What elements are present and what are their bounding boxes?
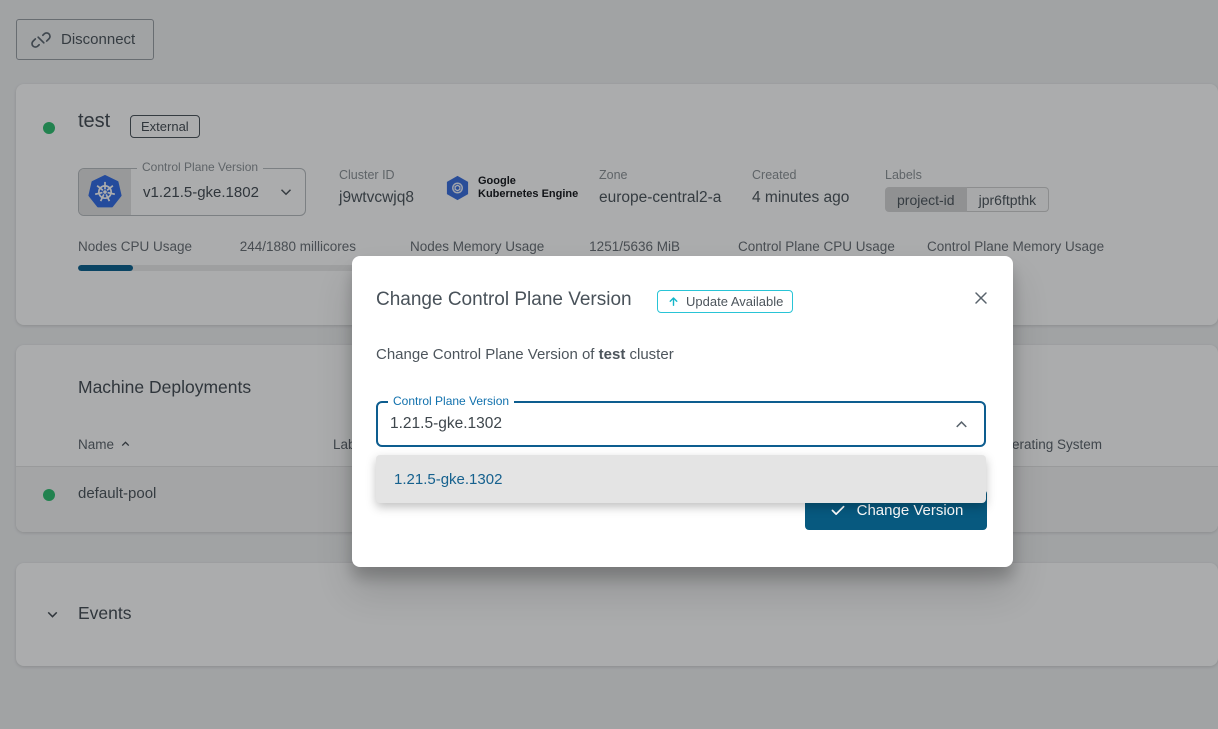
- update-available-badge: Update Available: [657, 290, 793, 313]
- select-floating-label: Control Plane Version: [388, 394, 514, 408]
- description-prefix: Change Control Plane Version of: [376, 346, 599, 363]
- dialog-description: Change Control Plane Version of test clu…: [376, 346, 674, 363]
- version-options-panel: 1.21.5-gke.1302: [376, 455, 986, 503]
- description-suffix: cluster: [625, 346, 673, 363]
- select-value: 1.21.5-gke.1302: [378, 415, 952, 433]
- control-plane-version-select[interactable]: Control Plane Version 1.21.5-gke.1302: [376, 401, 986, 447]
- version-option[interactable]: 1.21.5-gke.1302: [376, 455, 986, 503]
- chevron-up-icon: [952, 415, 984, 434]
- change-version-label: Change Version: [857, 502, 964, 519]
- dialog-title: Change Control Plane Version: [376, 289, 632, 311]
- arrow-up-icon: [667, 295, 680, 308]
- update-available-label: Update Available: [686, 294, 783, 309]
- close-icon[interactable]: [971, 288, 991, 308]
- check-icon: [829, 501, 847, 519]
- description-cluster-name: test: [599, 346, 626, 363]
- change-version-dialog: Change Control Plane Version Update Avai…: [352, 256, 1013, 567]
